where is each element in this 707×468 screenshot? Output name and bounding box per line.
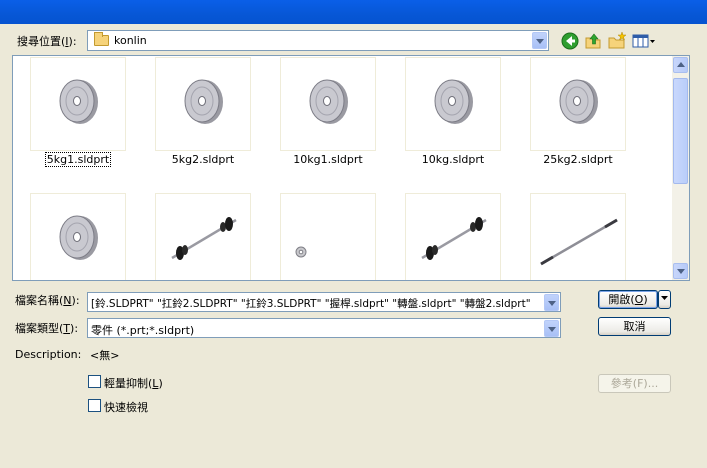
quick-view-checkbox[interactable] bbox=[88, 399, 101, 412]
plate-icon bbox=[59, 215, 98, 260]
plate-icon bbox=[559, 79, 598, 124]
barbell-icon bbox=[421, 217, 487, 260]
scroll-thumb[interactable] bbox=[673, 78, 688, 184]
file-name-label[interactable]: 10kg1.sldprt bbox=[273, 153, 383, 166]
lightweight-label[interactable]: 輕量抑制(L) bbox=[104, 375, 163, 391]
quick-view-label[interactable]: 快速檢視 bbox=[104, 399, 148, 415]
lightweight-checkbox[interactable] bbox=[88, 375, 101, 388]
file-thumbnail[interactable] bbox=[155, 57, 251, 151]
file-list-view[interactable]: 5kg1.sldprt 5kg2.sldprt 10kg1.sldprt 10kg.s… bbox=[12, 55, 690, 281]
file-type-value: 零件 (*.prt;*.sldprt) bbox=[91, 324, 195, 337]
plate-icon bbox=[434, 79, 473, 124]
look-in-value: konlin bbox=[114, 34, 147, 47]
file-item-label: 10kg.sldprt bbox=[421, 153, 485, 166]
file-thumbnail[interactable] bbox=[30, 57, 126, 151]
file-name-label[interactable]: 25kg2.sldprt bbox=[523, 153, 633, 166]
file-thumbnail[interactable] bbox=[280, 193, 376, 280]
back-icon[interactable] bbox=[560, 31, 580, 51]
description-label: Description: bbox=[15, 348, 82, 361]
file-type-combo[interactable]: 零件 (*.prt;*.sldprt) bbox=[87, 318, 561, 338]
file-thumbnail[interactable] bbox=[530, 193, 626, 280]
plate-icon bbox=[184, 79, 223, 124]
look-in-dropdown-button[interactable] bbox=[532, 32, 547, 49]
file-name-label[interactable]: 10kg.sldprt bbox=[398, 153, 508, 166]
file-item-label: 10kg1.sldprt bbox=[293, 153, 363, 166]
file-thumbnail[interactable] bbox=[30, 193, 126, 280]
file-name-label: 檔案名稱(N): bbox=[15, 294, 80, 307]
collar-icon bbox=[295, 246, 307, 258]
file-type-label: 檔案類型(T): bbox=[15, 322, 79, 335]
file-thumbnail[interactable] bbox=[280, 57, 376, 151]
folder-icon bbox=[94, 32, 109, 46]
file-item-label: 25kg2.sldprt bbox=[543, 153, 613, 166]
scroll-up-button[interactable] bbox=[673, 57, 688, 73]
references-button[interactable]: 參考(F)... bbox=[598, 374, 671, 393]
description-value: <無> bbox=[90, 349, 120, 362]
plate-icon bbox=[59, 79, 98, 124]
bar-icon bbox=[540, 218, 618, 266]
chevron-down-icon bbox=[661, 296, 668, 300]
cancel-button[interactable]: 取消 bbox=[598, 317, 671, 336]
file-thumbnail[interactable] bbox=[405, 193, 501, 280]
file-name-value: [鈴.SLDPRT" "扛鈴2.SLDPRT" "扛鈴3.SLDPRT" "握桿… bbox=[91, 298, 531, 310]
file-thumbnail[interactable] bbox=[405, 57, 501, 151]
file-name-combo[interactable]: [鈴.SLDPRT" "扛鈴2.SLDPRT" "扛鈴3.SLDPRT" "握桿… bbox=[87, 292, 561, 312]
look-in-label: 搜尋位置(I): bbox=[17, 35, 77, 48]
scroll-down-button[interactable] bbox=[673, 263, 688, 279]
file-name-label[interactable]: 5kg1.sldprt bbox=[23, 152, 133, 167]
new-folder-icon[interactable] bbox=[607, 31, 627, 51]
file-name-label[interactable]: 5kg2.sldprt bbox=[148, 153, 258, 166]
file-thumbnail[interactable] bbox=[155, 193, 251, 280]
up-folder-icon[interactable] bbox=[583, 31, 603, 51]
plate-icon bbox=[309, 79, 348, 124]
open-dropdown-button[interactable] bbox=[658, 290, 671, 309]
file-item-label: 5kg2.sldprt bbox=[171, 153, 235, 166]
open-button[interactable]: 開啟(O) bbox=[598, 290, 658, 309]
file-item-label: 5kg1.sldprt bbox=[44, 152, 112, 167]
file-name-dropdown-button[interactable] bbox=[544, 294, 559, 311]
file-type-dropdown-button[interactable] bbox=[544, 320, 559, 337]
view-menu-icon[interactable] bbox=[631, 31, 657, 51]
file-thumbnail[interactable] bbox=[530, 57, 626, 151]
barbell-icon bbox=[171, 217, 237, 260]
window-titlebar bbox=[0, 0, 707, 24]
vertical-scrollbar[interactable] bbox=[672, 56, 689, 280]
look-in-combo[interactable]: konlin bbox=[87, 30, 549, 51]
